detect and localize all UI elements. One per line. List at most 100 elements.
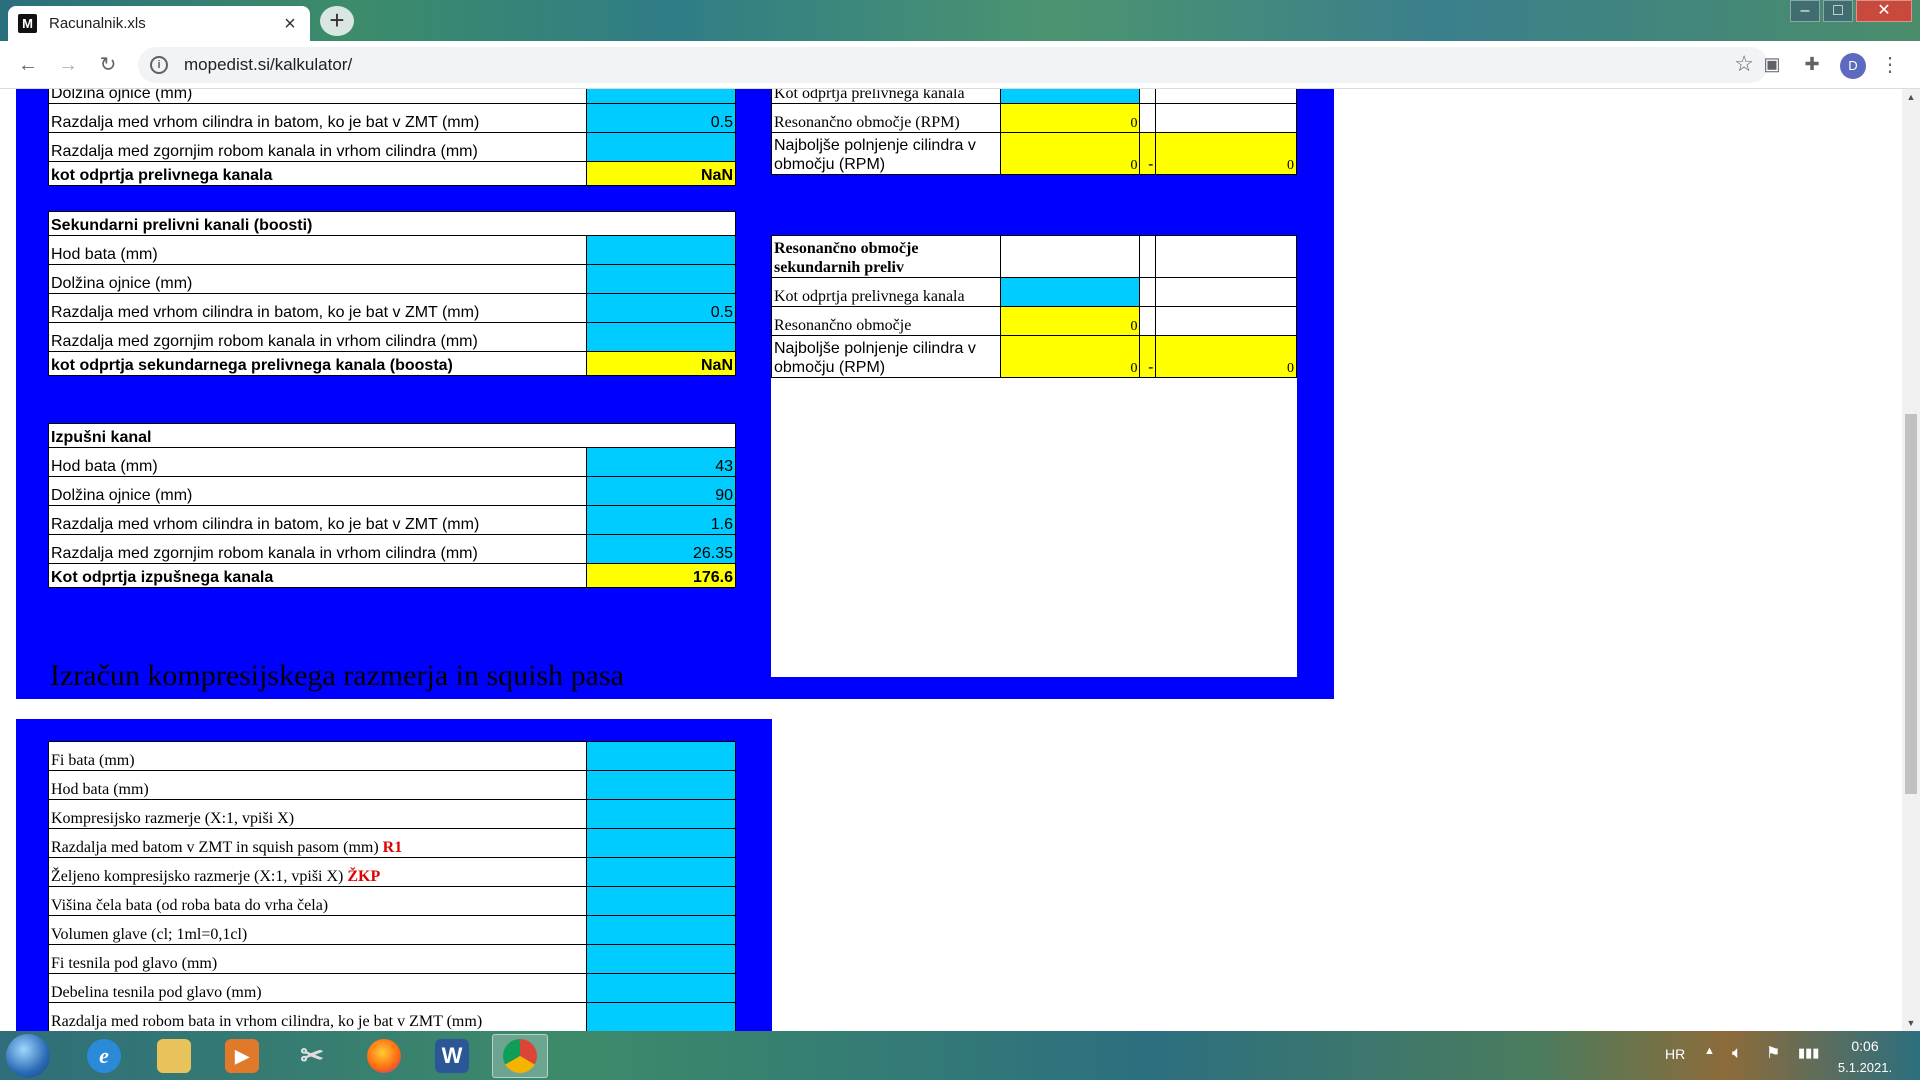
secondary-result-value: NaN	[585, 351, 737, 376]
site-favicon-icon: M	[18, 14, 37, 33]
bookmark-star-icon[interactable]: ☆	[1734, 51, 1754, 77]
minimize-window-button[interactable]: –	[1790, 0, 1820, 22]
resonance2-fill-separator: -	[1139, 335, 1157, 378]
resonance2-fill-to: 0	[1155, 335, 1297, 378]
scrollbar-thumb[interactable]	[1905, 414, 1917, 794]
secondary-result-label: kot odprtja sekundarnega prelivnega kana…	[48, 351, 587, 376]
compression-row-input[interactable]	[585, 741, 737, 771]
page-scrollbar[interactable]: ▲ ▼	[1902, 89, 1920, 1031]
exhaust-result-value: 176.6	[585, 563, 736, 588]
tab-title: Racunalnik.xls	[49, 15, 146, 32]
compression-row-input[interactable]	[585, 886, 737, 916]
internet-explorer-icon: e	[87, 1039, 121, 1073]
scissors-icon: ✂	[300, 1040, 324, 1071]
compression-row-input[interactable]	[585, 1002, 737, 1031]
taskbar-ie[interactable]: e	[76, 1034, 132, 1078]
compression-row-input[interactable]	[585, 799, 737, 829]
secondary-port-table: Sekundarni prelivni kanali (boosti) Hod …	[48, 211, 737, 376]
taskbar-media-player[interactable]: ▶	[214, 1034, 270, 1078]
compression-row-label: Fi tesnila pod glavo (mm)	[48, 944, 587, 974]
taskbar-word[interactable]: W	[424, 1034, 480, 1078]
cut-row-input[interactable]	[585, 89, 737, 104]
address-bar[interactable]: i mopedist.si/kalkulator/ ☆	[138, 47, 1768, 83]
exhaust-edge-label: Razdalja med zgornjim robom kanala in vr…	[48, 534, 587, 564]
resonance-secondary-table: Resonančno območje sekundarnih preliv Ko…	[771, 235, 1297, 378]
taskbar-explorer[interactable]	[146, 1034, 202, 1078]
tag-r1: R1	[382, 839, 403, 856]
exhaust-edge-input[interactable]: 26.35	[585, 534, 736, 564]
firefox-icon	[367, 1039, 401, 1073]
extensions-puzzle-icon[interactable]: ✚	[1798, 50, 1826, 78]
reload-icon[interactable]: ↻	[94, 51, 122, 79]
compression-row-label: Debelina tesnila pod glavo (mm)	[48, 973, 587, 1003]
cut-row-label: Dolžina ojnice (mm)	[48, 89, 587, 104]
show-hidden-icons-icon[interactable]: ▲	[1704, 1045, 1715, 1057]
browser-tab-active[interactable]: M Racunalnik.xls ×	[8, 6, 310, 41]
resonance-fill-separator: -	[1139, 132, 1157, 175]
compression-row-label: Višina čela bata (od roba bata do vrha č…	[48, 886, 587, 916]
compression-row-input[interactable]	[585, 973, 737, 1003]
resonance2-angle-label: Kot odprtja prelivnega kanala	[771, 277, 1001, 307]
resonance2-range-label: Resonančno območje	[771, 306, 1001, 336]
scroll-up-arrow-icon[interactable]: ▲	[1902, 89, 1920, 105]
scroll-down-arrow-icon[interactable]: ▼	[1902, 1015, 1920, 1031]
resonance2-header: Resonančno območje sekundarnih preliv	[771, 235, 1001, 278]
secondary-stroke-label: Hod bata (mm)	[48, 235, 587, 265]
volume-icon[interactable]: 🔈︎	[1732, 1043, 1742, 1063]
exhaust-header: Izpušni kanal	[48, 423, 736, 448]
exhaust-rod-label: Dolžina ojnice (mm)	[48, 476, 587, 506]
secondary-gap-label: Razdalja med vrhom cilindra in batom, ko…	[48, 293, 587, 323]
taskbar-firefox[interactable]	[356, 1034, 412, 1078]
start-orb-icon[interactable]	[6, 1034, 50, 1078]
exhaust-stroke-input[interactable]: 43	[585, 447, 736, 477]
resonance-fill-to: 0	[1155, 132, 1297, 175]
taskbar-snipping-tool[interactable]: ✂	[284, 1034, 340, 1078]
transfer-edge-label: Razdalja med zgornjim robom kanala in vr…	[48, 132, 587, 162]
pdf-extension-icon[interactable]: ▣	[1758, 50, 1786, 78]
secondary-stroke-input[interactable]	[585, 235, 737, 265]
secondary-rod-label: Dolžina ojnice (mm)	[48, 264, 587, 294]
back-arrow-icon[interactable]: ←	[14, 51, 42, 79]
maximize-window-button[interactable]: □	[1823, 0, 1853, 22]
exhaust-rod-input[interactable]: 90	[585, 476, 736, 506]
transfer-gap-input[interactable]: 0.5	[585, 103, 737, 133]
exhaust-gap-input[interactable]: 1.6	[585, 505, 736, 535]
resonance2-fill-label: Najboljše polnjenje cilindra v območju (…	[771, 335, 1001, 378]
chrome-icon	[503, 1039, 537, 1073]
url-text[interactable]: mopedist.si/kalkulator/	[184, 55, 352, 75]
clock-time[interactable]: 0:06	[1840, 1038, 1890, 1054]
page-viewport: Dolžina ojnice (mm) Razdalja med vrhom c…	[0, 89, 1902, 1031]
secondary-gap-input[interactable]: 0.5	[585, 293, 737, 323]
exhaust-port-table: Izpušni kanal Hod bata (mm) 43 Dolžina o…	[48, 423, 736, 588]
taskbar-chrome[interactable]	[492, 1034, 548, 1078]
browser-menu-icon[interactable]: ⋮	[1880, 51, 1900, 79]
compression-row-label: Željeno kompresijsko razmerje (X:1, vpiš…	[48, 857, 587, 887]
exhaust-result-label: Kot odprtja izpušnega kanala	[48, 563, 587, 588]
transfer-result-value: NaN	[585, 161, 737, 186]
resonance-cut-input[interactable]	[999, 89, 1141, 104]
compression-row-label: Razdalja med robom bata in vrhom cilindr…	[48, 1002, 587, 1031]
transfer-edge-input[interactable]	[585, 132, 737, 162]
site-info-icon[interactable]: i	[150, 56, 168, 74]
new-tab-button[interactable]: +	[320, 6, 354, 36]
transfer-gap-label: Razdalja med vrhom cilindra in batom, ko…	[48, 103, 587, 133]
secondary-edge-label: Razdalja med zgornjim robom kanala in vr…	[48, 322, 587, 352]
clock-date[interactable]: 5.1.2021.	[1830, 1060, 1900, 1075]
secondary-header: Sekundarni prelivni kanali (boosti)	[48, 211, 736, 236]
resonance2-angle-input[interactable]	[999, 277, 1141, 307]
compression-row-input[interactable]	[585, 828, 737, 858]
folder-icon	[157, 1039, 191, 1073]
forward-arrow-icon[interactable]: →	[54, 51, 82, 79]
action-center-flag-icon[interactable]: ⚑	[1766, 1043, 1780, 1063]
language-indicator[interactable]: HR	[1665, 1046, 1685, 1062]
close-tab-icon[interactable]: ×	[280, 14, 300, 34]
compression-row-input[interactable]	[585, 770, 737, 800]
secondary-rod-input[interactable]	[585, 264, 737, 294]
secondary-edge-input[interactable]	[585, 322, 737, 352]
profile-avatar[interactable]: D	[1840, 53, 1866, 79]
compression-row-input[interactable]	[585, 915, 737, 945]
close-window-button[interactable]: ✕	[1856, 0, 1912, 22]
compression-row-input[interactable]	[585, 857, 737, 887]
network-signal-icon[interactable]: ▮▮▮	[1798, 1045, 1819, 1061]
compression-row-input[interactable]	[585, 944, 737, 974]
